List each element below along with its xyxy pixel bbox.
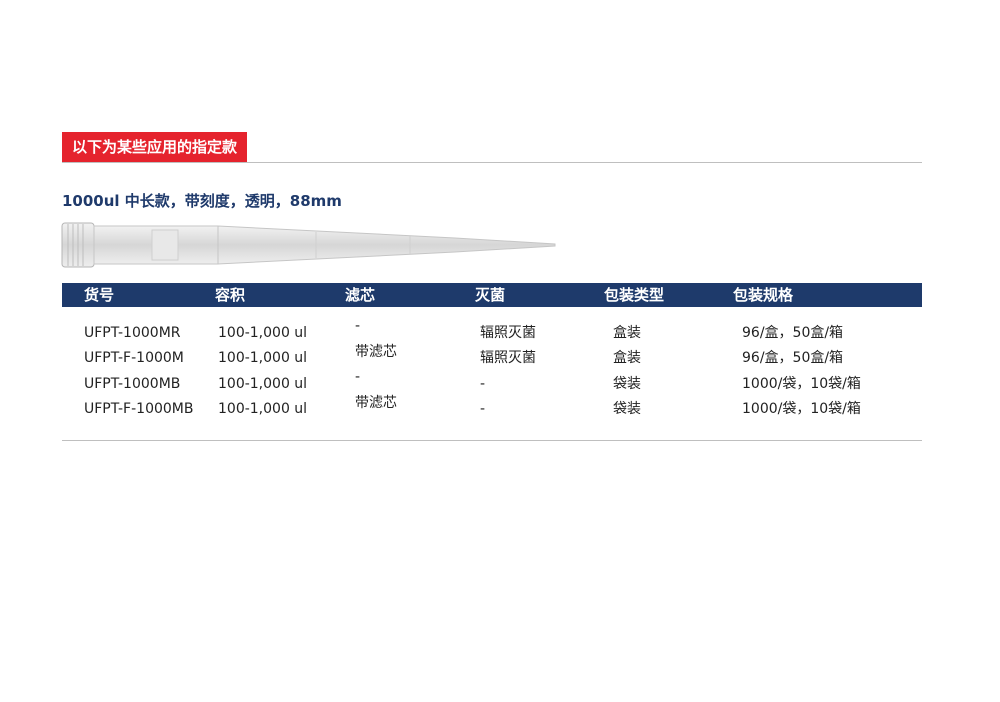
cell-pack-spec: 96/盒，50盒/箱: [742, 350, 844, 366]
cell-sterile: 辐照灭菌: [480, 325, 536, 341]
cell-pack-type: 袋装: [613, 401, 641, 417]
cell-pack-type: 盒装: [613, 350, 641, 366]
table-header: 货号 容积 滤芯 灭菌 包装类型 包装规格: [62, 283, 922, 307]
section-tag: 以下为某些应用的指定款: [62, 132, 248, 162]
cell-pack-spec: 1000/袋，10袋/箱: [742, 376, 861, 392]
bottom-divider: [62, 440, 922, 441]
cell-filter: -: [355, 318, 361, 334]
product-subtitle: 1000ul 中长款，带刻度，透明，88mm: [62, 192, 342, 210]
cell-item-no: UFPT-F-1000MB: [84, 401, 194, 417]
header-pack-spec: 包装规格: [733, 286, 794, 304]
header-item-no: 货号: [84, 286, 115, 304]
cell-pack-spec: 1000/袋，10袋/箱: [742, 401, 861, 417]
cell-sterile: 辐照灭菌: [480, 350, 536, 366]
cell-volume: 100-1,000 ul: [218, 350, 308, 366]
cell-pack-type: 盒装: [613, 325, 641, 341]
cell-filter: 带滤芯: [355, 344, 397, 360]
cell-pack-spec: 96/盒，50盒/箱: [742, 325, 844, 341]
cell-volume: 100-1,000 ul: [218, 401, 308, 417]
header-filter: 滤芯: [345, 286, 376, 304]
cell-volume: 100-1,000 ul: [218, 325, 308, 341]
cell-item-no: UFPT-F-1000M: [84, 350, 184, 366]
top-divider: [62, 162, 922, 163]
cell-sterile: -: [480, 376, 486, 392]
cell-item-no: UFPT-1000MR: [84, 325, 181, 341]
cell-volume: 100-1,000 ul: [218, 376, 308, 392]
cell-sterile: -: [480, 401, 486, 417]
cell-pack-type: 袋装: [613, 376, 641, 392]
cell-item-no: UFPT-1000MB: [84, 376, 181, 392]
pipette-tip-image: [61, 222, 556, 268]
header-sterile: 灭菌: [475, 286, 506, 304]
header-pack-type: 包装类型: [604, 286, 665, 304]
cell-filter: 带滤芯: [355, 395, 397, 411]
cell-filter: -: [355, 369, 361, 385]
header-volume: 容积: [215, 286, 246, 304]
